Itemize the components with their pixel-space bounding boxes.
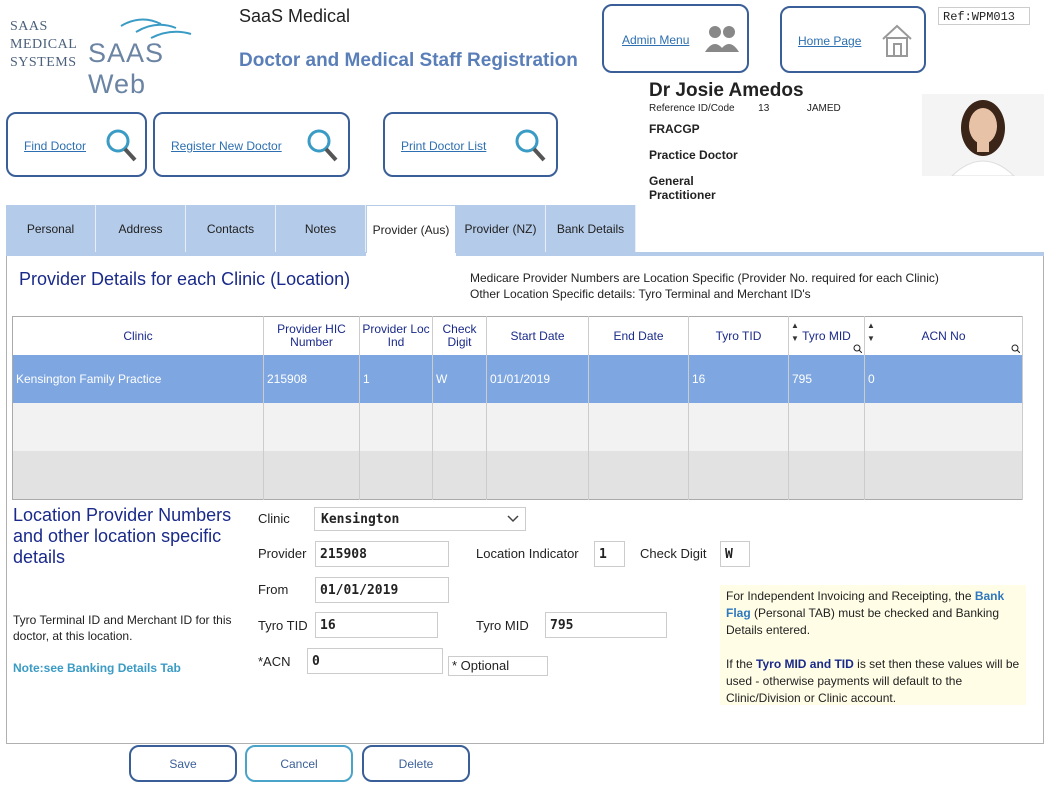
col-header-end-date[interactable]: End Date	[588, 316, 689, 355]
provider-grid: Clinic Provider HIC Number Provider Loc …	[12, 316, 1023, 500]
chevron-down-icon	[507, 515, 519, 523]
location-indicator-input[interactable]: 1	[594, 541, 625, 567]
grid-header-row: Clinic Provider HIC Number Provider Loc …	[12, 316, 1023, 355]
sort-icon[interactable]: ▲ ▼	[867, 319, 875, 345]
cell-loc-ind[interactable]: 1	[359, 355, 433, 403]
sort-icon[interactable]: ▲ ▼	[791, 319, 799, 345]
table-row-empty[interactable]	[12, 451, 1023, 499]
provider-label: Provider	[258, 546, 307, 561]
register-new-doctor-button[interactable]: Register New Doctor	[153, 112, 350, 177]
section-info: Medicare Provider Numbers are Location S…	[470, 271, 939, 301]
tab-notes[interactable]: Notes	[276, 205, 366, 252]
tab-bar: Personal Address Contacts Notes Provider…	[6, 205, 636, 253]
tab-bank-details[interactable]: Bank Details	[546, 205, 636, 252]
home-page-button[interactable]: Home Page	[780, 6, 926, 73]
admin-menu-button[interactable]: Admin Menu	[602, 4, 749, 73]
admin-menu-label[interactable]: Admin Menu	[622, 33, 689, 47]
users-icon	[705, 26, 739, 52]
tyro-tid-input[interactable]: 16	[315, 612, 438, 638]
cell-tyro-tid[interactable]: 16	[688, 355, 789, 403]
tab-provider-nz[interactable]: Provider (NZ)	[456, 205, 546, 252]
doctor-ref-code: JAMED	[806, 103, 841, 114]
find-doctor-button[interactable]: Find Doctor	[6, 112, 147, 177]
saas-logo: SAAS MEDICAL SYSTEMS SAAS Web	[6, 8, 226, 99]
register-new-doctor-label[interactable]: Register New Doctor	[171, 139, 282, 153]
cell-tyro-mid[interactable]: 795	[788, 355, 865, 403]
home-page-label[interactable]: Home Page	[798, 34, 861, 48]
from-label: From	[258, 582, 289, 597]
filter-search-icon[interactable]	[853, 344, 862, 353]
find-doctor-label[interactable]: Find Doctor	[24, 139, 86, 153]
doctor-reference-row: Reference ID/Code 13 JAMED	[649, 103, 841, 114]
col-header-provider-hic[interactable]: Provider HIC Number	[263, 316, 360, 355]
doctor-specialty: General Practitioner	[649, 174, 716, 202]
tab-provider-aus[interactable]: Provider (Aus)	[366, 205, 456, 253]
cell-acn-no[interactable]: 0	[864, 355, 1023, 403]
page-title: Doctor and Medical Staff Registration	[239, 50, 578, 71]
cell-provider-hic[interactable]: 215908	[263, 355, 360, 403]
table-row-empty[interactable]	[12, 403, 1023, 451]
invoicing-note: For Independent Invoicing and Receipting…	[720, 585, 1026, 705]
section-title: Provider Details for each Clinic (Locati…	[19, 269, 351, 289]
panel-divider	[6, 252, 366, 256]
col-header-start-date[interactable]: Start Date	[486, 316, 589, 355]
panel-divider	[456, 252, 1044, 256]
tyro-tid-label: Tyro TID	[258, 618, 308, 633]
cell-end-date[interactable]	[588, 355, 689, 403]
check-digit-label: Check Digit	[640, 546, 707, 561]
doctor-name: Dr Josie Amedos	[649, 80, 804, 101]
tyro-mid-input[interactable]: 795	[545, 612, 667, 638]
print-doctor-list-button[interactable]: Print Doctor List	[383, 112, 558, 177]
col-header-provider-loc-ind[interactable]: Provider Loc Ind	[359, 316, 433, 355]
location-form-title: Location Provider Numbers and other loca…	[13, 505, 232, 567]
cell-check-digit[interactable]: W	[432, 355, 487, 403]
logo-brand-text: SAAS Web	[88, 38, 165, 99]
doctor-role: Practice Doctor	[649, 148, 738, 162]
check-digit-input[interactable]: W	[720, 541, 750, 567]
app-name: SaaS Medical	[239, 6, 351, 26]
search-icon	[106, 129, 137, 162]
delete-button[interactable]: Delete	[362, 745, 470, 782]
table-row[interactable]: Kensington Family Practice 215908 1 W 01…	[12, 355, 1023, 403]
doctor-photo-image	[922, 94, 1044, 176]
filter-search-icon[interactable]	[1011, 344, 1020, 353]
search-icon	[307, 129, 338, 162]
from-date-input[interactable]: 01/01/2019	[315, 577, 449, 603]
doctor-photo	[922, 94, 1044, 176]
clinic-label: Clinic	[258, 511, 290, 526]
col-header-check-digit[interactable]: Check Digit	[432, 316, 487, 355]
print-doctor-list-label[interactable]: Print Doctor List	[401, 139, 486, 153]
acn-label: *ACN	[258, 654, 291, 669]
ref-code: Ref:WPM013	[938, 7, 1030, 25]
tab-personal[interactable]: Personal	[6, 205, 96, 252]
cell-clinic[interactable]: Kensington Family Practice	[12, 355, 264, 403]
cell-start-date[interactable]: 01/01/2019	[486, 355, 589, 403]
provider-input[interactable]: 215908	[315, 541, 449, 567]
cancel-button[interactable]: Cancel	[245, 745, 353, 782]
col-header-clinic[interactable]: Clinic	[12, 316, 264, 355]
doctor-ref-id: 13	[758, 103, 770, 114]
tab-contacts[interactable]: Contacts	[186, 205, 276, 252]
banking-details-note: Note:see Banking Details Tab	[13, 661, 181, 675]
col-header-tyro-mid[interactable]: ▲ ▼ Tyro MID	[788, 316, 865, 355]
save-button[interactable]: Save	[129, 745, 237, 782]
col-header-acn-no[interactable]: ▲ ▼ ACN No	[864, 316, 1023, 355]
search-icon	[515, 129, 546, 162]
tab-address[interactable]: Address	[96, 205, 186, 252]
doctor-qualification: FRACGP	[649, 122, 700, 136]
invoicing-note-p2: If the Tyro MID and TID is set then thes…	[726, 657, 1020, 705]
home-icon	[882, 24, 912, 57]
tyro-note: Tyro Terminal ID and Merchant ID for thi…	[13, 613, 232, 643]
tyro-mid-label: Tyro MID	[476, 618, 529, 633]
invoicing-note-p1: For Independent Invoicing and Receipting…	[726, 589, 1005, 637]
acn-input[interactable]: 0	[307, 648, 443, 674]
logo-company-text: SAAS MEDICAL SYSTEMS	[10, 19, 78, 70]
clinic-select[interactable]: Kensington	[314, 507, 526, 531]
optional-hint: * Optional	[448, 656, 548, 676]
col-header-tyro-tid[interactable]: Tyro TID	[688, 316, 789, 355]
location-indicator-label: Location Indicator	[476, 546, 579, 561]
